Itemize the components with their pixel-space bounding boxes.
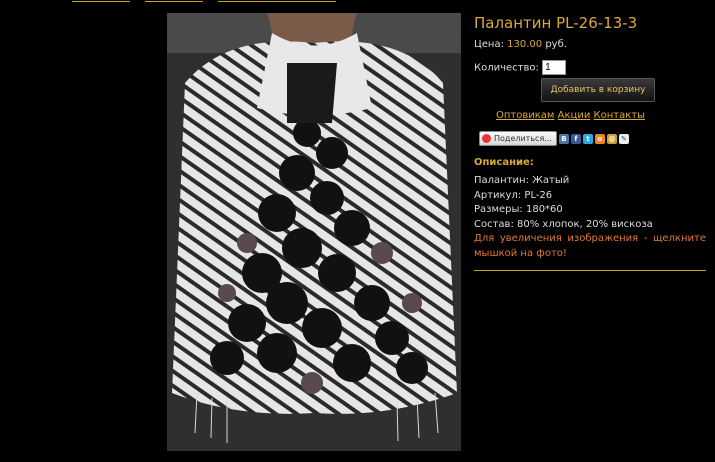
- zoom-hint: Для увеличения изображения - щелкните мы…: [474, 233, 706, 259]
- description-line: Размеры: 180*60: [474, 204, 563, 215]
- scarf-image[interactable]: [167, 13, 461, 451]
- mailru-icon[interactable]: @: [606, 133, 617, 144]
- quantity-row: Количество:: [474, 60, 567, 75]
- facebook-icon[interactable]: f: [570, 133, 581, 144]
- share-bar: Поделиться... В f t о @ ✎: [479, 131, 629, 146]
- contacts-link[interactable]: Контакты: [594, 110, 645, 121]
- info-links: Оптовикам Акции Контакты: [496, 110, 645, 121]
- odnoklassniki-icon[interactable]: о: [594, 133, 605, 144]
- top-nav-link[interactable]: [218, 0, 337, 2]
- livejournal-icon[interactable]: ✎: [618, 133, 629, 144]
- share-button-label: Поделиться...: [494, 134, 552, 143]
- quantity-label: Количество:: [474, 62, 539, 74]
- yandex-icon: [482, 134, 491, 143]
- price-row: Цена: 130.00 руб.: [474, 39, 567, 50]
- share-button[interactable]: Поделиться...: [479, 131, 557, 146]
- sales-link[interactable]: Акции: [558, 110, 591, 121]
- top-nav-link[interactable]: [72, 0, 130, 2]
- quantity-input[interactable]: [542, 60, 567, 75]
- description-line: Палантин: Жатый: [474, 175, 570, 186]
- top-nav-link[interactable]: [145, 0, 204, 2]
- add-to-cart-button[interactable]: Добавить в корзину: [541, 78, 655, 102]
- price-label: Цена:: [474, 39, 504, 50]
- product-title: Палантин PL-26-13-3: [474, 14, 638, 32]
- description-line: Артикул: PL-26: [474, 189, 553, 201]
- description-heading: Описание:: [474, 157, 534, 168]
- price-value: 130.00: [507, 39, 543, 50]
- description: Палантин: Жатый Артикул: PL-26 Размеры: …: [474, 174, 706, 261]
- wholesale-link[interactable]: Оптовикам: [496, 110, 554, 121]
- top-nav-links: [72, 0, 348, 5]
- price-currency: руб.: [545, 39, 567, 50]
- divider: [474, 270, 706, 271]
- description-line: Состав: 80% хлопок, 20% вискоза: [474, 218, 653, 230]
- product-photo[interactable]: [167, 13, 461, 451]
- vkontakte-icon[interactable]: В: [558, 133, 569, 144]
- twitter-icon[interactable]: t: [582, 133, 593, 144]
